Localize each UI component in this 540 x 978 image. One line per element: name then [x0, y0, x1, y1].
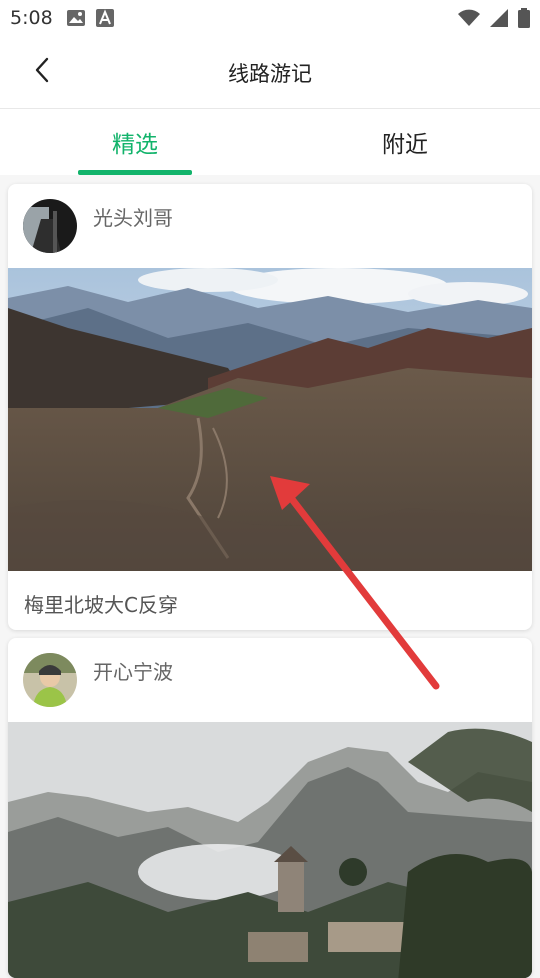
page-title: 线路游记 [228, 62, 312, 86]
signal-icon [490, 9, 508, 31]
avatar[interactable] [23, 653, 77, 707]
battery-icon [518, 8, 530, 32]
tab-bar: 精选 附近 [0, 109, 540, 175]
tab-nearby[interactable]: 附近 [270, 109, 540, 175]
author-name[interactable]: 光头刘哥 [93, 202, 173, 231]
image-icon [66, 9, 86, 31]
wifi-icon [458, 9, 480, 31]
status-time: 5:08 [10, 7, 53, 29]
travelogue-card[interactable]: 光头刘哥 梅里北坡大C反穿 [8, 184, 532, 630]
font-a-icon [96, 9, 114, 31]
active-tab-indicator [78, 170, 192, 175]
card-title[interactable]: 梅里北坡大C反穿 [24, 589, 178, 618]
top-nav-bar: 线路游记 [0, 36, 540, 109]
status-bar: 5:08 [0, 0, 540, 36]
mountain-trail-photo[interactable] [8, 268, 532, 571]
misty-peaks-temple-photo[interactable] [8, 722, 532, 978]
author-name[interactable]: 开心宁波 [93, 656, 173, 685]
avatar[interactable] [23, 199, 77, 253]
tab-featured[interactable]: 精选 [0, 109, 270, 175]
travelogue-card[interactable]: 开心宁波 [8, 638, 532, 978]
